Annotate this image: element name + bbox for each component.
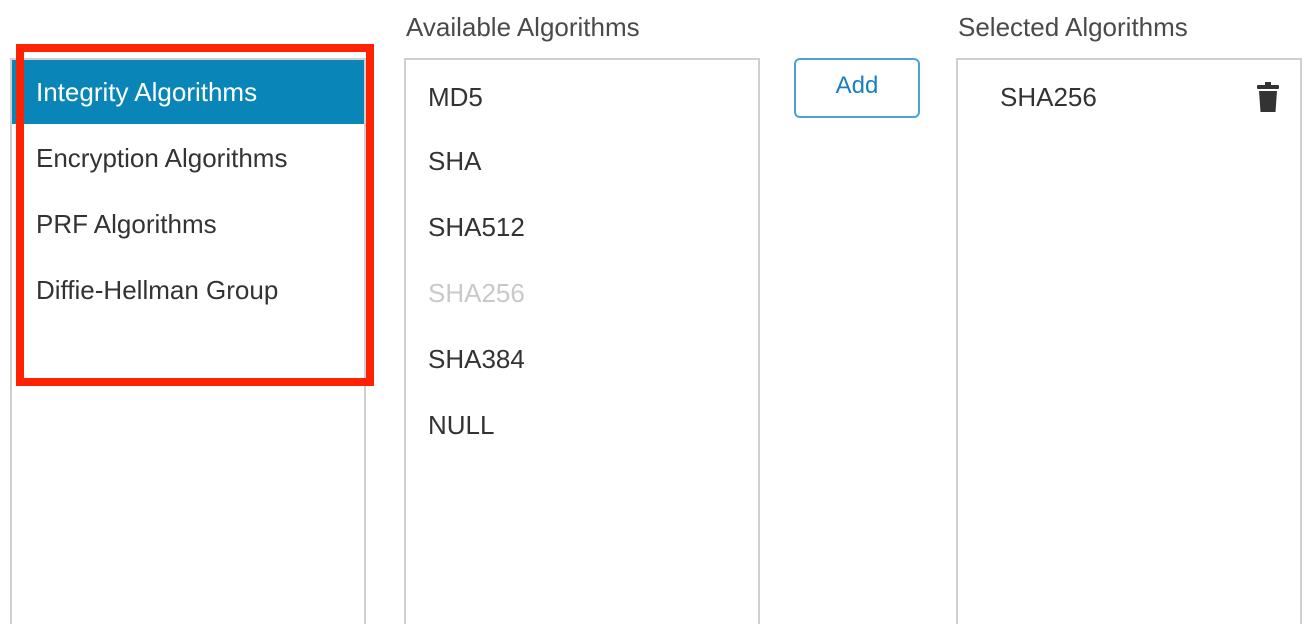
- selected-algorithms-list: SHA256: [956, 58, 1302, 624]
- selected-item-sha256: SHA256: [1000, 82, 1097, 112]
- selected-algorithms-label: Selected Algorithms: [958, 12, 1188, 42]
- category-item-encryption[interactable]: Encryption Algorithms: [12, 126, 364, 190]
- category-list: Integrity Algorithms Encryption Algorith…: [10, 58, 366, 624]
- available-item-sha512[interactable]: SHA512: [428, 212, 525, 243]
- add-button[interactable]: Add: [794, 58, 920, 118]
- category-item-prf[interactable]: PRF Algorithms: [12, 192, 364, 256]
- available-item-sha256: SHA256: [428, 278, 525, 308]
- available-algorithms-label: Available Algorithms: [406, 12, 640, 42]
- available-algorithms-list: MD5 SHA SHA512 SHA256 SHA384 NULL: [404, 58, 760, 624]
- category-item-integrity[interactable]: Integrity Algorithms: [12, 60, 364, 124]
- available-item-md5[interactable]: MD5: [428, 82, 483, 113]
- algorithm-selector: Available Algorithms Selected Algorithms…: [0, 0, 1312, 624]
- category-item-diffie-hellman[interactable]: Diffie-Hellman Group: [12, 258, 364, 322]
- available-item-sha384[interactable]: SHA384: [428, 344, 525, 375]
- available-item-sha[interactable]: SHA: [428, 146, 481, 177]
- available-item-null[interactable]: NULL: [428, 410, 494, 441]
- trash-icon[interactable]: [1256, 82, 1280, 112]
